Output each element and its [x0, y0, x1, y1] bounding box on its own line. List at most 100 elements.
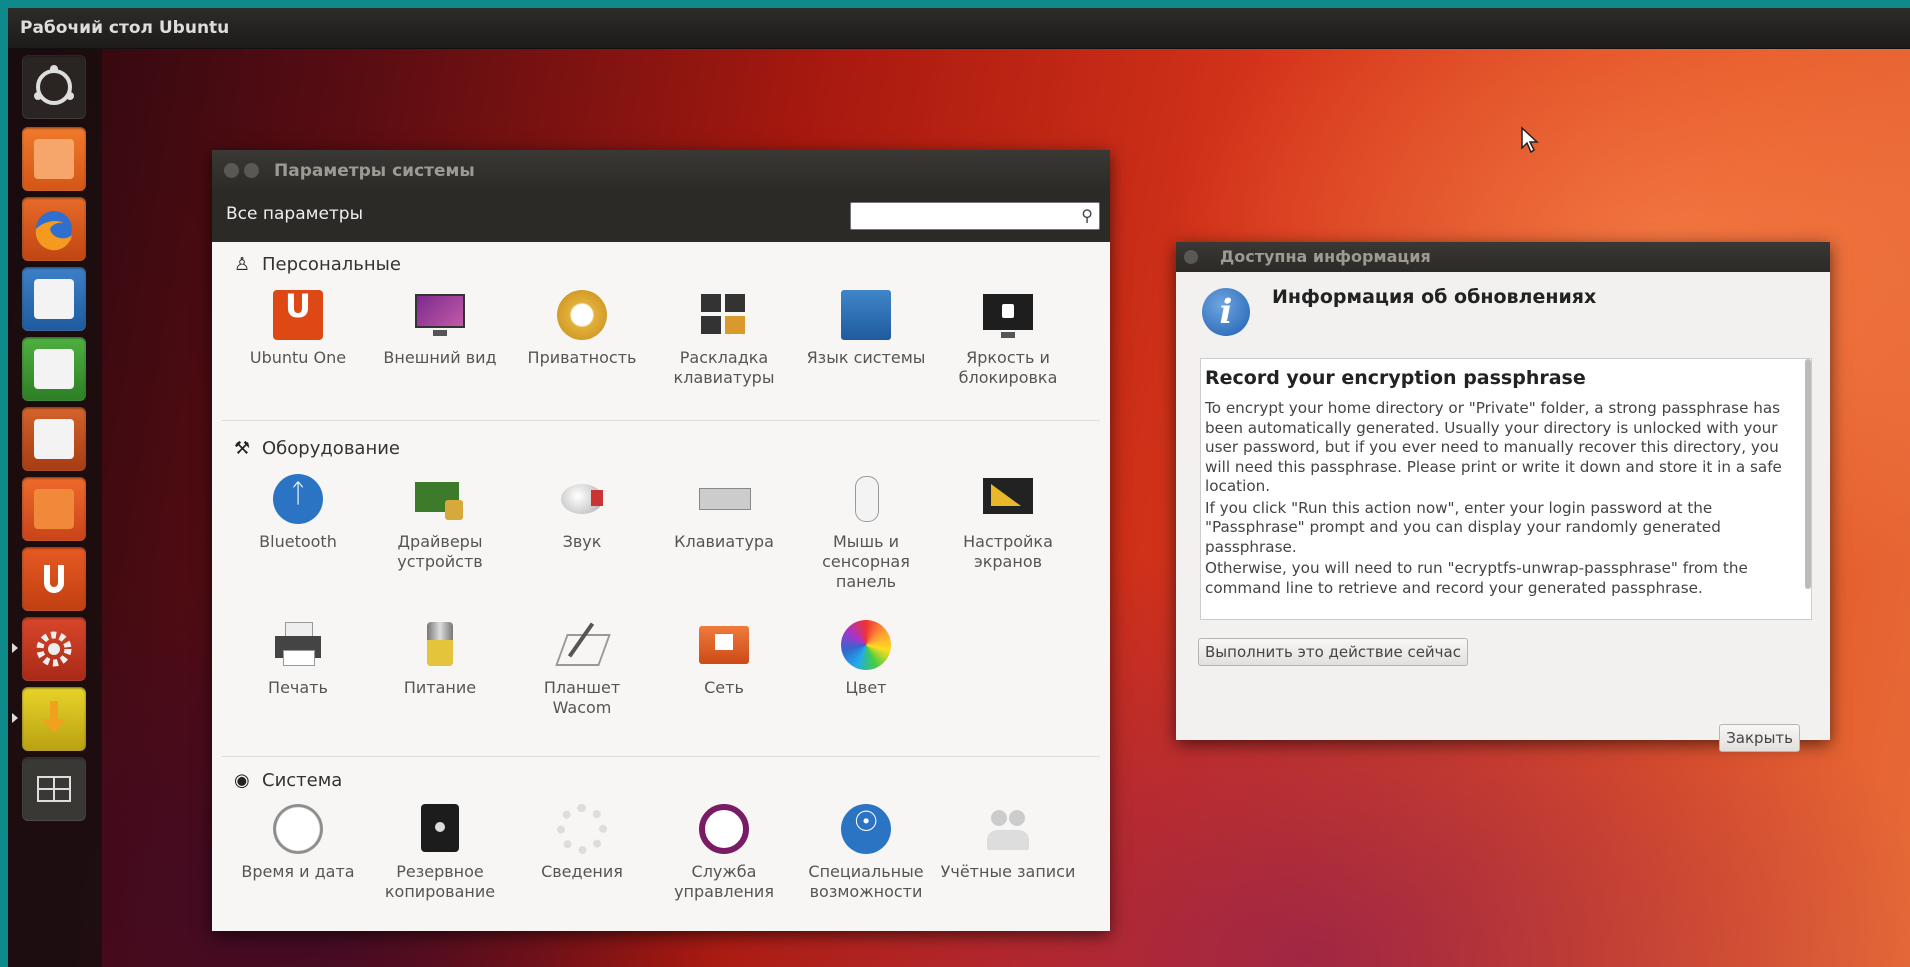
- search-input[interactable]: ⚲: [850, 202, 1100, 230]
- speaker-icon: [557, 474, 607, 524]
- backup-setting[interactable]: Резервное копирование: [370, 804, 510, 902]
- displays-setting[interactable]: Настройка экранов: [938, 474, 1078, 572]
- running-indicator-icon: [12, 713, 18, 723]
- workspaces-icon: [37, 776, 71, 802]
- wacom-setting[interactable]: Планшет Wacom: [512, 620, 652, 718]
- item-label: Учётные записи: [940, 862, 1076, 881]
- item-label: Питание: [403, 678, 477, 697]
- run-action-button[interactable]: Выполнить это действие сейчас: [1198, 638, 1468, 666]
- close-dialog-button[interactable]: [1184, 250, 1198, 264]
- mouse-pointer-icon: [1521, 126, 1539, 154]
- close-button[interactable]: Закрыть: [1719, 724, 1800, 752]
- firefox-launcher[interactable]: [22, 197, 86, 261]
- color-wheel-icon: [841, 620, 891, 670]
- item-label: Печать: [268, 678, 328, 697]
- lock-screen-icon: [983, 290, 1033, 340]
- network-setting[interactable]: Сеть: [654, 620, 794, 698]
- display-icon: [983, 474, 1033, 524]
- document-icon: [34, 279, 74, 319]
- settings-titlebar[interactable]: Параметры системы: [212, 150, 1110, 192]
- info-body: i Информация об обновлениях Record your …: [1176, 272, 1830, 752]
- info-text-title: Record your encryption passphrase: [1205, 367, 1586, 389]
- item-label: Раскладка клавиатуры: [673, 348, 775, 387]
- info-text-view[interactable]: Record your encryption passphrase To enc…: [1200, 358, 1812, 620]
- time-date-setting[interactable]: Время и дата: [228, 804, 368, 882]
- mouse-touchpad-setting[interactable]: Мышь и сенсорная панель: [796, 474, 936, 592]
- circuit-board-icon: [415, 474, 465, 524]
- keyboard-layout-icon: [699, 290, 749, 340]
- minimize-window-button[interactable]: [244, 163, 259, 178]
- privacy-icon: [557, 290, 607, 340]
- wrench-icon: ⚒: [234, 438, 251, 459]
- keyboard-layout-setting[interactable]: Раскладка клавиатуры: [654, 290, 794, 388]
- keyboard-icon: [699, 474, 751, 524]
- item-label: Служба управления: [674, 862, 774, 901]
- tablet-pen-icon: [555, 620, 611, 670]
- impress-launcher[interactable]: [22, 407, 86, 471]
- landscape-icon: [699, 804, 749, 854]
- software-center-launcher[interactable]: [22, 477, 86, 541]
- info-titlebar[interactable]: Доступна информация: [1176, 242, 1830, 272]
- power-setting[interactable]: Питание: [370, 620, 510, 698]
- details-gear-icon: [557, 804, 607, 854]
- workspace-switcher-launcher[interactable]: [22, 757, 86, 821]
- section-personal: ♙ Персональные: [234, 254, 401, 275]
- item-label: Язык системы: [806, 348, 926, 367]
- section-hardware-label: Оборудование: [262, 438, 400, 459]
- management-service-setting[interactable]: Служба управления: [654, 804, 794, 902]
- files-launcher[interactable]: [22, 127, 86, 191]
- section-system-label: Система: [262, 770, 343, 791]
- firefox-icon: [35, 211, 72, 251]
- information-available-dialog: Доступна информация i Информация об обно…: [1176, 242, 1830, 752]
- section-divider: [222, 756, 1100, 757]
- item-label: Время и дата: [241, 862, 355, 881]
- item-label: Сведения: [541, 862, 623, 881]
- appearance-setting[interactable]: Внешний вид: [370, 290, 510, 368]
- printing-setting[interactable]: Печать: [228, 620, 368, 698]
- info-paragraph: To encrypt your home directory or "Priva…: [1205, 399, 1782, 495]
- system-settings-launcher[interactable]: [12, 617, 86, 681]
- settings-toolbar: Все параметры ⚲: [212, 192, 1110, 242]
- sound-setting[interactable]: Звук: [512, 474, 652, 552]
- calc-launcher[interactable]: [22, 337, 86, 401]
- user-accounts-setting[interactable]: Учётные записи: [938, 804, 1078, 882]
- item-label: Приватность: [527, 348, 637, 367]
- keyboard-setting[interactable]: Клавиатура: [654, 474, 794, 552]
- spreadsheet-icon: [34, 349, 74, 389]
- dash-home-button[interactable]: [22, 55, 86, 119]
- desktop: Рабочий стол Ubuntu Параметры системы Вс…: [8, 8, 1910, 967]
- network-icon: [699, 620, 749, 670]
- brightness-lock-setting[interactable]: Яркость и блокировка: [938, 290, 1078, 388]
- close-window-button[interactable]: [224, 163, 239, 178]
- item-label: Звук: [562, 532, 602, 551]
- search-icon: ⚲: [1081, 206, 1093, 225]
- vertical-scrollbar[interactable]: [1805, 359, 1811, 589]
- item-label: Настройка экранов: [963, 532, 1053, 571]
- folder-icon: [34, 139, 74, 179]
- language-setting[interactable]: Язык системы: [796, 290, 936, 368]
- system-icon: ◉: [234, 770, 250, 791]
- drivers-setting[interactable]: Драйверы устройств: [370, 474, 510, 572]
- ubuntu-one-setting[interactable]: U Ubuntu One: [228, 290, 368, 368]
- ubuntu-one-icon: [44, 565, 64, 593]
- launcher: [8, 49, 102, 967]
- writer-launcher[interactable]: [22, 267, 86, 331]
- section-system: ◉ Система: [234, 770, 342, 791]
- accessibility-setting[interactable]: ☉ Специальные возможности: [796, 804, 936, 902]
- all-settings-button[interactable]: Все параметры: [226, 202, 363, 226]
- privacy-setting[interactable]: Приватность: [512, 290, 652, 368]
- item-label: Мышь и сенсорная панель: [822, 532, 910, 591]
- details-setting[interactable]: Сведения: [512, 804, 652, 882]
- top-panel-title: Рабочий стол Ubuntu: [20, 18, 230, 38]
- clock-icon: [273, 804, 323, 854]
- settings-content: ♙ Персональные U Ubuntu One Внешний вид П…: [212, 242, 1110, 931]
- ubuntu-one-launcher[interactable]: [22, 547, 86, 611]
- info-paragraph: If you click "Run this action now", ente…: [1205, 498, 1721, 556]
- language-flag-icon: [841, 290, 891, 340]
- update-manager-launcher[interactable]: [12, 687, 86, 751]
- item-label: Bluetooth: [259, 532, 337, 551]
- color-setting[interactable]: Цвет: [796, 620, 936, 698]
- bluetooth-setting[interactable]: ᛏ Bluetooth: [228, 474, 368, 552]
- item-label: Цвет: [845, 678, 887, 697]
- info-icon: i: [1202, 288, 1250, 336]
